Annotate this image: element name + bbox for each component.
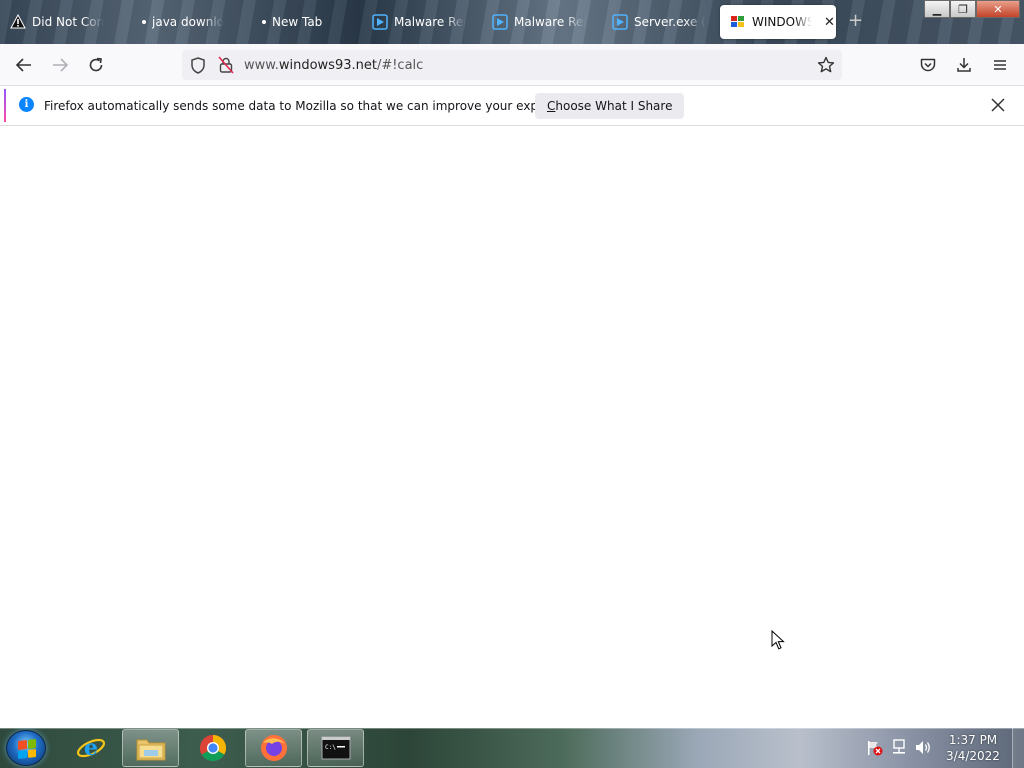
- svg-text:e: e: [84, 735, 98, 761]
- new-tab-plus-icon[interactable]: +: [848, 10, 863, 31]
- tab-label: Malware Rep: [394, 15, 466, 29]
- volume-icon[interactable]: [914, 739, 932, 756]
- firefox-icon: [260, 735, 287, 761]
- warning-icon: [10, 14, 26, 29]
- forward-arrow-icon: [53, 58, 69, 72]
- tab-label: Malware Rep: [514, 15, 586, 29]
- insecure-lock-icon[interactable]: [218, 56, 234, 74]
- tab-label: WINDOWS: [752, 15, 812, 29]
- windows93-icon: [731, 16, 744, 27]
- dot-icon: [142, 20, 146, 24]
- navigation-toolbar: www.windows93.net/#!calc: [0, 44, 1024, 86]
- tab-strip: Did Not Conn java downlo New Tab Malware…: [0, 0, 1024, 44]
- tab-windows93[interactable]: WINDOWS ✕: [720, 5, 836, 39]
- tab-java-download[interactable]: java downlo: [132, 4, 250, 40]
- close-window-button[interactable]: ✕: [976, 0, 1020, 18]
- tab-server-exe[interactable]: Server.exe (M: [602, 4, 716, 40]
- svg-text:C:\: C:\: [325, 744, 336, 751]
- clock-time: 1:37 PM: [948, 733, 998, 747]
- taskbar-internet-explorer[interactable]: e: [62, 729, 119, 767]
- play-icon: [372, 14, 388, 30]
- back-button[interactable]: [11, 53, 37, 77]
- pocket-button[interactable]: [915, 53, 941, 77]
- downloads-button[interactable]: [951, 53, 977, 77]
- start-button[interactable]: [6, 730, 46, 766]
- choose-what-i-share-button[interactable]: Choose What I Share: [535, 93, 685, 119]
- tab-malware-report-1[interactable]: Malware Rep: [362, 4, 480, 40]
- tracking-protection-shield-icon[interactable]: [190, 57, 206, 74]
- url-text: www.windows93.net/#!calc: [244, 58, 423, 73]
- tab-malware-report-2[interactable]: Malware Rep: [482, 4, 600, 40]
- taskbar-chrome[interactable]: [184, 729, 241, 767]
- page-content[interactable]: [0, 127, 1024, 728]
- notification-message: Firefox automatically sends some data to…: [44, 99, 587, 113]
- url-path: /#!calc: [376, 57, 424, 73]
- menu-button[interactable]: [987, 53, 1013, 77]
- window-controls: ▁ ❐ ✕: [924, 0, 1020, 18]
- clock-date: 3/4/2022: [946, 749, 1000, 763]
- show-desktop-button[interactable]: [1012, 728, 1024, 768]
- mouse-cursor-icon: [771, 630, 785, 650]
- data-collection-notification-bar: i Firefox automatically sends some data …: [0, 86, 1024, 126]
- reload-icon: [89, 57, 103, 72]
- button-accesskey: C: [547, 99, 556, 113]
- tab-new-tab[interactable]: New Tab: [252, 4, 360, 40]
- play-icon: [612, 14, 628, 30]
- taskbar-file-explorer[interactable]: [122, 729, 179, 767]
- url-prefix: www.: [244, 57, 279, 73]
- chrome-icon: [199, 734, 226, 762]
- close-tab-icon[interactable]: ✕: [824, 15, 835, 30]
- pocket-icon: [920, 58, 936, 72]
- taskbar-firefox[interactable]: [245, 729, 302, 767]
- tab-label: java downlo: [152, 15, 224, 29]
- tab-label: Server.exe (M: [634, 15, 706, 29]
- folder-icon: [136, 739, 165, 761]
- url-host: windows93.net: [278, 57, 377, 73]
- close-notification-button[interactable]: [990, 94, 1006, 118]
- close-icon: [991, 98, 1005, 112]
- tab-label: New Tab: [272, 15, 323, 29]
- download-icon: [957, 58, 971, 72]
- dot-icon: [262, 20, 266, 24]
- system-clock[interactable]: 1:37 PM 3/4/2022: [940, 732, 1006, 764]
- taskbar-command-prompt[interactable]: C:\: [307, 729, 364, 767]
- tab-did-not-connect[interactable]: Did Not Conn: [0, 4, 130, 40]
- info-icon: i: [19, 97, 34, 112]
- forward-button[interactable]: [47, 53, 73, 77]
- restore-button[interactable]: ❐: [950, 0, 976, 18]
- reload-button[interactable]: [83, 53, 109, 77]
- internet-explorer-icon: e: [76, 735, 105, 761]
- minimize-button[interactable]: ▁: [924, 0, 950, 18]
- button-label: hoose What I Share: [555, 99, 673, 113]
- network-icon[interactable]: [890, 739, 908, 756]
- back-arrow-icon: [15, 58, 31, 72]
- url-bar[interactable]: www.windows93.net/#!calc: [182, 50, 842, 80]
- play-icon: [492, 14, 508, 30]
- bookmark-star-icon[interactable]: [817, 56, 835, 74]
- action-center-flag-error-icon[interactable]: [866, 740, 884, 756]
- tab-label: Did Not Conn: [32, 15, 104, 29]
- windows-taskbar: e C:\ 1:37 PM 3/4/2022: [0, 728, 1024, 768]
- command-prompt-icon: C:\: [321, 736, 350, 760]
- hamburger-menu-icon: [994, 60, 1006, 70]
- windows-logo-icon: [18, 739, 36, 759]
